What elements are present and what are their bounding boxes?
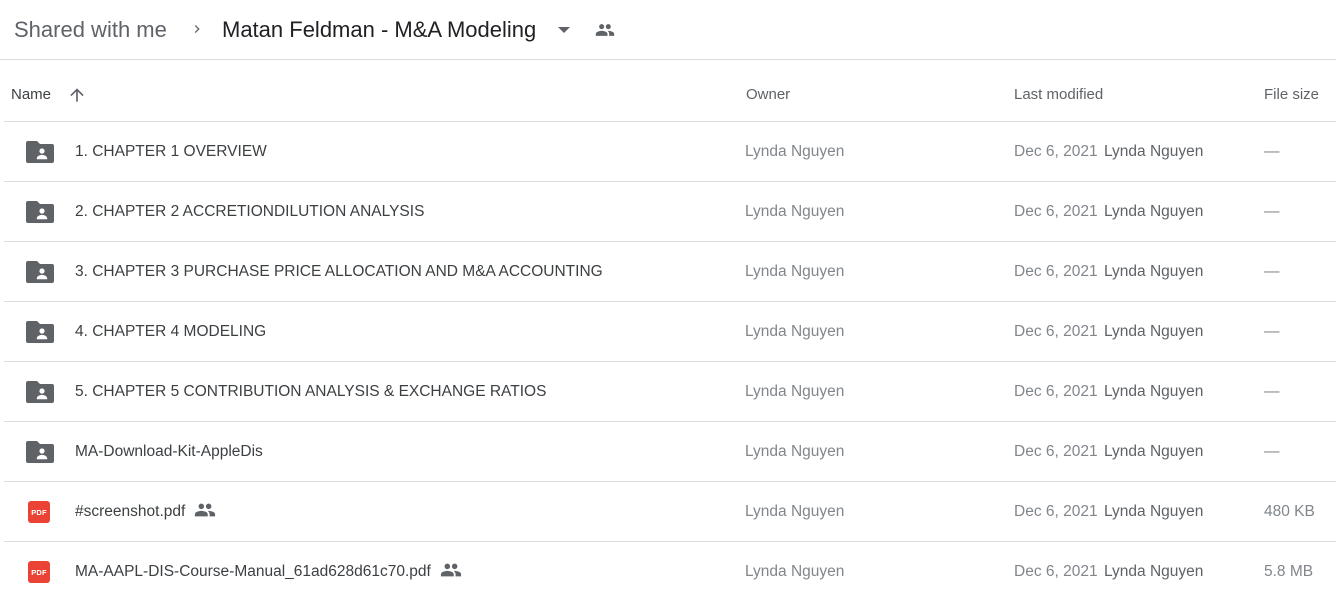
last-modified-by: Lynda Nguyen [1104,383,1204,400]
arrow-up-icon[interactable] [67,85,87,105]
last-modified-date: Dec 6, 2021 [1014,383,1098,400]
owner-cell: Lynda Nguyen [745,323,845,340]
file-size-cell: 480 KB [1264,503,1315,520]
pdf-file-icon: PDF [28,501,50,523]
owner-cell: Lynda Nguyen [745,263,845,280]
file-name: 2. CHAPTER 2 ACCRETIONDILUTION ANALYSIS [75,203,425,220]
file-row[interactable]: 4. CHAPTER 4 MODELING Lynda Nguyen Dec 6, … [4,302,1336,362]
file-row[interactable]: 1. CHAPTER 1 OVERVIEW Lynda Nguyen Dec 6, … [4,122,1336,182]
file-size-cell: — [1264,263,1280,280]
file-name: #screenshot.pdf [75,503,186,520]
last-modified-date: Dec 6, 2021 [1014,563,1098,580]
file-size-cell: — [1264,383,1280,400]
owner-cell: Lynda Nguyen [745,563,845,580]
file-name-cell: MA-AAPL-DIS-Course-Manual_61ad628d61c70.… [75,562,462,581]
file-row[interactable]: 5. CHAPTER 5 CONTRIBUTION ANALYSIS & EXC… [4,362,1336,422]
file-name: 4. CHAPTER 4 MODELING [75,323,267,340]
people-icon [440,562,462,578]
file-name-cell: 2. CHAPTER 2 ACCRETIONDILUTION ANALYSIS [75,202,424,221]
file-name-cell: MA-Download-Kit-AppleDis [75,442,263,461]
file-row[interactable]: 3. CHAPTER 3 PURCHASE PRICE ALLOCATION A… [4,242,1336,302]
file-name: 1. CHAPTER 1 OVERVIEW [75,143,267,160]
file-name: 3. CHAPTER 3 PURCHASE PRICE ALLOCATION A… [75,263,603,280]
caret-down-icon[interactable] [556,25,572,35]
last-modified-date: Dec 6, 2021 [1014,323,1098,340]
shared-folder-icon [26,261,54,283]
shared-folder-icon [26,201,54,223]
last-modified-by: Lynda Nguyen [1104,443,1204,460]
file-name-cell: 1. CHAPTER 1 OVERVIEW [75,142,267,161]
owner-cell: Lynda Nguyen [745,203,845,220]
file-size-cell: 5.8 MB [1264,563,1314,580]
file-size-cell: — [1264,443,1280,460]
breadcrumb-current-folder[interactable]: Matan Feldman - M&A Modeling [222,16,536,44]
file-name-cell: 5. CHAPTER 5 CONTRIBUTION ANALYSIS & EXC… [75,382,546,401]
file-name: MA-Download-Kit-AppleDis [75,443,263,460]
last-modified-by: Lynda Nguyen [1104,503,1204,520]
file-row[interactable]: 2. CHAPTER 2 ACCRETIONDILUTION ANALYSIS L… [4,182,1336,242]
column-header-owner[interactable]: Owner [746,86,790,104]
last-modified-by: Lynda Nguyen [1104,143,1204,160]
file-row[interactable]: PDF #screenshot.pdf Lynda Nguyen Dec 6, 202… [4,482,1336,542]
file-size-cell: — [1264,203,1280,220]
last-modified-date: Dec 6, 2021 [1014,503,1098,520]
column-header-row: Name Owner Last modified File size [4,61,1336,122]
shared-folder-icon [26,381,54,403]
chevron-right-icon [194,25,200,33]
file-name-cell: 4. CHAPTER 4 MODELING [75,322,266,341]
file-row[interactable]: MA-Download-Kit-AppleDis Lynda Nguyen Dec … [4,422,1336,482]
shared-folder-icon [26,141,54,163]
people-icon [595,24,615,36]
people-icon [194,502,216,518]
last-modified-date: Dec 6, 2021 [1014,443,1098,460]
file-list: 1. CHAPTER 1 OVERVIEW Lynda Nguyen Dec 6, … [4,122,1336,598]
file-size-cell: — [1264,143,1280,160]
column-header-name[interactable]: Name [11,86,51,104]
file-name: MA-AAPL-DIS-Course-Manual_61ad628d61c70.… [75,563,431,580]
column-header-file-size[interactable]: File size [1264,86,1319,104]
breadcrumb: Shared with me Matan Feldman - M&A Model… [0,0,1336,60]
file-row[interactable]: PDF MA-AAPL-DIS-Course-Manual_61ad628d61c… [4,542,1336,598]
last-modified-date: Dec 6, 2021 [1014,143,1098,160]
last-modified-date: Dec 6, 2021 [1014,203,1098,220]
file-size-cell: — [1264,323,1280,340]
last-modified-date: Dec 6, 2021 [1014,263,1098,280]
owner-cell: Lynda Nguyen [745,443,845,460]
pdf-file-icon: PDF [28,561,50,583]
shared-folder-icon [26,321,54,343]
column-header-last-modified[interactable]: Last modified [1014,86,1103,104]
file-name: 5. CHAPTER 5 CONTRIBUTION ANALYSIS & EXC… [75,383,547,400]
owner-cell: Lynda Nguyen [745,503,845,520]
breadcrumb-shared-with-me[interactable]: Shared with me [14,16,167,44]
last-modified-by: Lynda Nguyen [1104,323,1204,340]
owner-cell: Lynda Nguyen [745,143,845,160]
last-modified-by: Lynda Nguyen [1104,203,1204,220]
owner-cell: Lynda Nguyen [745,383,845,400]
file-name-cell: 3. CHAPTER 3 PURCHASE PRICE ALLOCATION A… [75,262,603,281]
shared-folder-icon [26,441,54,463]
last-modified-by: Lynda Nguyen [1104,263,1204,280]
last-modified-by: Lynda Nguyen [1104,563,1204,580]
file-name-cell: #screenshot.pdf [75,502,216,521]
